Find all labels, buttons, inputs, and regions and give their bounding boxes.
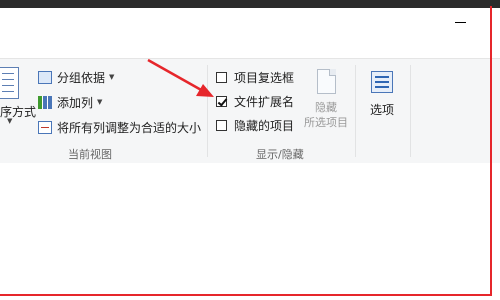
ribbon-view-panel: 序方式 ▼ 分组依据 ▼ 添加列 ▼ 将所有列调整为合适的大小 当前视图 项目复… — [0, 58, 500, 164]
hide-selected-items-icon — [316, 69, 336, 94]
file-name-extensions-toggle[interactable]: 文件扩展名 — [216, 91, 294, 111]
size-all-columns-label: 将所有列调整为合适的大小 — [57, 120, 202, 135]
group-divider — [355, 65, 356, 157]
options-button[interactable]: 选项 — [360, 67, 404, 139]
hide-selected-label-line1: 隐藏 — [315, 101, 337, 114]
size-columns-icon — [38, 120, 52, 134]
hidden-items-label: 隐藏的项目 — [234, 118, 295, 133]
file-list-area[interactable] — [0, 163, 500, 300]
hide-selected-items-button[interactable]: 隐藏 所选项目 — [300, 67, 352, 139]
options-icon — [371, 71, 393, 93]
group-by-icon — [38, 70, 52, 84]
hidden-items-checkbox[interactable] — [216, 119, 227, 131]
chevron-down-icon: ▼ — [7, 117, 13, 125]
ribbon-tab-strip — [0, 8, 500, 38]
add-columns-icon — [38, 95, 52, 109]
item-checkboxes-label: 项目复选框 — [234, 70, 295, 85]
group-by-button[interactable]: 分组依据 ▼ — [38, 67, 114, 87]
sort-by-icon[interactable] — [0, 67, 19, 99]
sort-by-button-label[interactable]: 序方式 — [0, 103, 36, 120]
group-divider — [410, 65, 411, 157]
group-by-label: 分组依据 — [57, 70, 106, 85]
group-divider — [207, 65, 208, 157]
hidden-items-toggle[interactable]: 隐藏的项目 — [216, 115, 294, 135]
group-label-show-hide: 显示/隐藏 — [256, 148, 304, 161]
window-title-bar — [0, 0, 500, 8]
item-checkboxes-toggle[interactable]: 项目复选框 — [216, 67, 294, 87]
group-label-current-view: 当前视图 — [68, 148, 112, 161]
size-all-columns-button[interactable]: 将所有列调整为合适的大小 — [38, 117, 201, 137]
item-checkboxes-checkbox[interactable] — [216, 71, 227, 83]
add-columns-label: 添加列 — [57, 95, 94, 110]
chevron-down-icon: ▼ — [109, 73, 115, 81]
options-label: 选项 — [369, 103, 394, 117]
add-columns-button[interactable]: 添加列 ▼ — [38, 92, 102, 112]
hide-selected-label-line2: 所选项目 — [304, 116, 348, 129]
file-name-extensions-checkbox[interactable] — [216, 95, 227, 107]
minimize-icon — [454, 21, 466, 23]
file-name-extensions-label: 文件扩展名 — [234, 94, 295, 109]
minimize-button[interactable] — [448, 11, 472, 33]
chevron-down-icon: ▼ — [97, 98, 103, 106]
